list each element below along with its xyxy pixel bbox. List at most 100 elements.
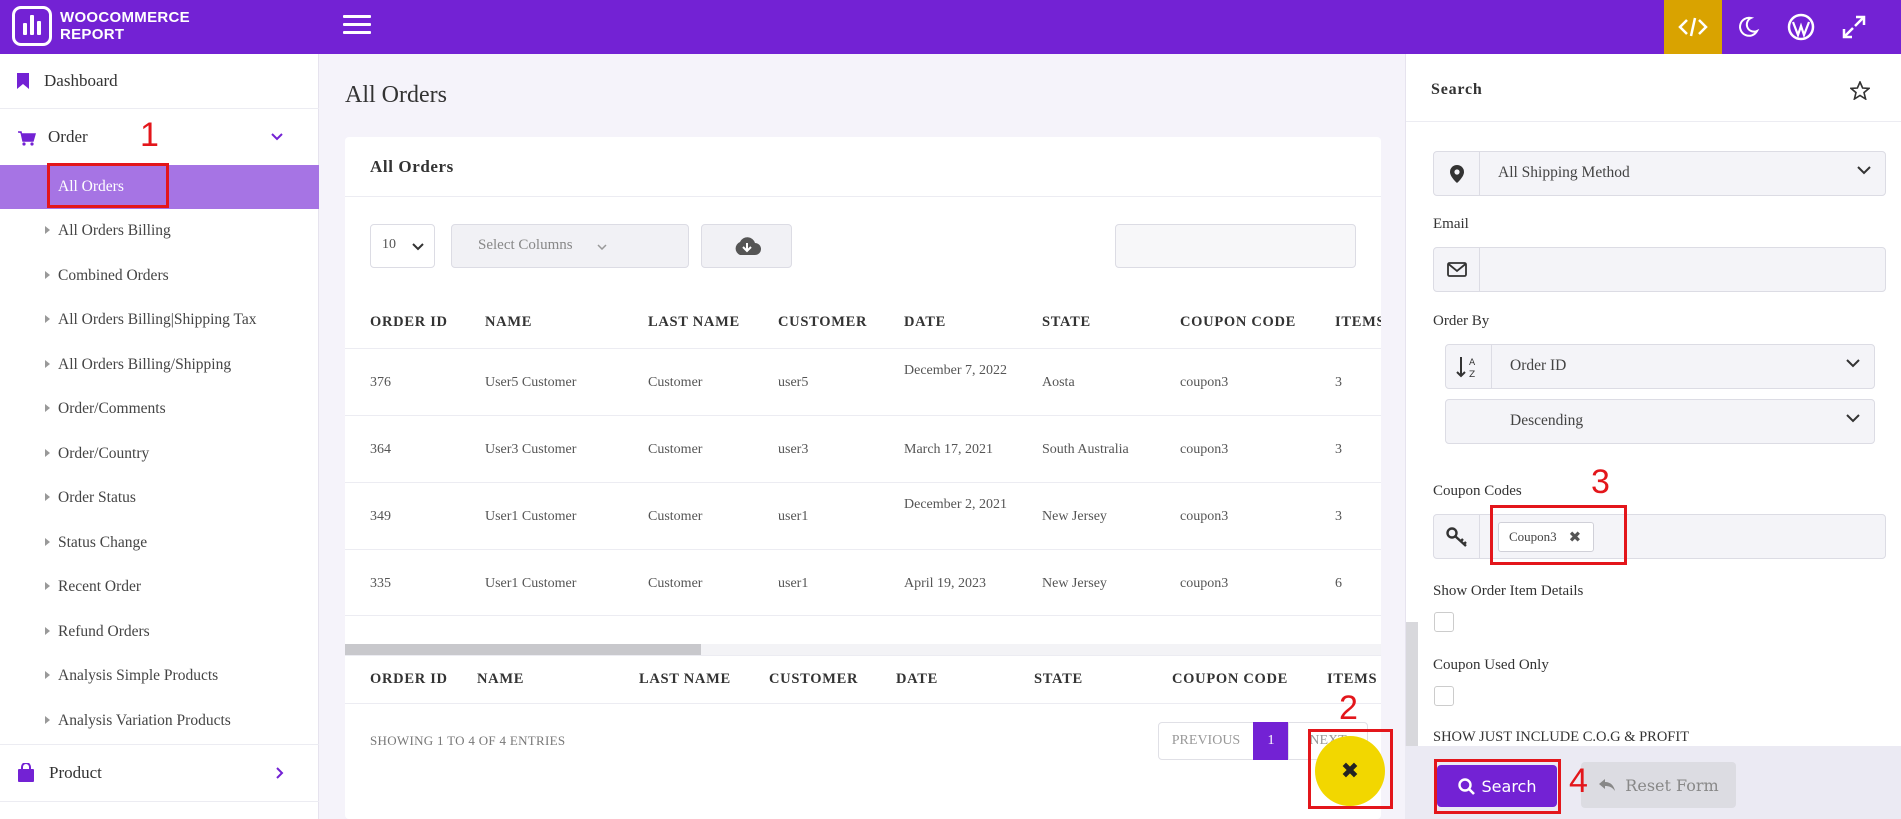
- show-item-details-label: Show Order Item Details: [1433, 583, 1584, 599]
- cloud-download-icon: [735, 237, 761, 255]
- cell-order-id: 335: [370, 576, 391, 591]
- order-by-select[interactable]: AZ Order ID: [1445, 344, 1875, 389]
- card-header: All Orders: [345, 137, 1381, 197]
- highlight-box-close-button: [1308, 729, 1393, 809]
- svg-text:A: A: [1469, 358, 1476, 368]
- column-header-coupon-code[interactable]: COUPON CODE: [1180, 314, 1296, 331]
- footer-header-coupon-code: COUPON CODE: [1172, 671, 1289, 687]
- footer-header-order-id: ORDER ID: [370, 671, 448, 687]
- order-direction-select[interactable]: Descending: [1445, 399, 1875, 444]
- sidebar-product-label: Product: [49, 763, 102, 782]
- highlight-box-all-orders: [47, 163, 169, 208]
- annotation-number-1: 1: [140, 116, 159, 154]
- sidebar-item-order-country[interactable]: Order/Country: [0, 432, 319, 476]
- cell-customer: user1: [778, 576, 809, 591]
- cell-state: New Jersey: [1042, 576, 1107, 591]
- sidebar-item-all-orders-billing[interactable]: All Orders Billing: [0, 209, 319, 253]
- sidebar-item-label: Analysis Variation Products: [58, 712, 231, 729]
- column-header-items[interactable]: ITEMS: [1335, 314, 1381, 331]
- wordpress-button[interactable]: [1784, 10, 1818, 44]
- column-header-date[interactable]: DATE: [904, 314, 946, 331]
- shipping-method-value: All Shipping Method: [1498, 164, 1630, 181]
- chevron-down-icon: [1846, 414, 1860, 423]
- sidebar-item-label: All Orders Billing|Shipping Tax: [58, 311, 257, 328]
- key-icon: [1434, 515, 1480, 558]
- sidebar-item-label: Order Status: [58, 489, 136, 506]
- column-header-state[interactable]: STATE: [1042, 314, 1091, 331]
- dark-mode-button[interactable]: [1731, 10, 1765, 44]
- sidebar-item-billing-shipping[interactable]: All Orders Billing/Shipping: [0, 343, 319, 387]
- annotation-number-4: 4: [1569, 762, 1588, 800]
- order-by-value: Order ID: [1510, 357, 1567, 374]
- entries-info: SHOWING 1 TO 4 OF 4 ENTRIES: [370, 733, 566, 748]
- table-horizontal-scrollbar[interactable]: [345, 644, 1381, 655]
- pagination-page-1[interactable]: 1: [1253, 722, 1289, 760]
- sidebar-item-combined-orders[interactable]: Combined Orders: [0, 254, 319, 298]
- column-header-order-id[interactable]: ORDER ID: [370, 314, 448, 331]
- sidebar-item-label: All Orders Billing: [58, 222, 171, 239]
- sidebar-item-product[interactable]: Product: [0, 745, 319, 801]
- star-icon[interactable]: [1850, 81, 1870, 100]
- email-label: Email: [1433, 216, 1469, 232]
- footer-header-items: ITEMS: [1327, 671, 1378, 687]
- sidebar-item-billing-shipping-tax[interactable]: All Orders Billing|Shipping Tax: [0, 298, 319, 342]
- column-header-name[interactable]: NAME: [485, 314, 532, 331]
- sidebar-item-recent-order[interactable]: Recent Order: [0, 565, 319, 609]
- sidebar-item-label: Analysis Simple Products: [58, 667, 219, 684]
- cell-coupon: coupon3: [1180, 509, 1229, 524]
- table-row: 364 User3 Customer Customer user3 March …: [345, 415, 1381, 482]
- coupon-used-only-checkbox[interactable]: [1434, 686, 1454, 706]
- cell-customer: user3: [778, 442, 809, 457]
- app-name: WOOCOMMERCE REPORT: [60, 9, 190, 43]
- pagination-previous[interactable]: PREVIOUS: [1158, 722, 1254, 760]
- download-button[interactable]: [701, 224, 792, 268]
- sidebar-item-order[interactable]: Order: [0, 109, 319, 165]
- sidebar-item-status-change[interactable]: Status Change: [0, 521, 319, 565]
- chevron-down-icon: [271, 133, 283, 141]
- show-item-details-checkbox[interactable]: [1434, 612, 1454, 632]
- chevron-down-icon: [597, 244, 607, 250]
- reply-arrow-icon: [1599, 779, 1616, 791]
- app-logo[interactable]: WOOCOMMERCE REPORT: [12, 6, 190, 46]
- scrollbar-thumb[interactable]: [345, 644, 701, 655]
- shipping-method-select[interactable]: All Shipping Method: [1433, 151, 1886, 196]
- footer-header-date: DATE: [896, 671, 939, 687]
- sidebar-item-label: Recent Order: [58, 578, 142, 595]
- cog-profit-label: SHOW JUST INCLUDE C.O.G & PROFIT: [1433, 729, 1690, 745]
- column-header-customer[interactable]: CUSTOMER: [778, 314, 867, 331]
- footer-header-name: NAME: [477, 671, 525, 687]
- cell-order-id: 376: [370, 375, 391, 390]
- annotation-number-2: 2: [1339, 689, 1358, 727]
- cell-items: 3: [1335, 375, 1342, 390]
- code-button[interactable]: [1664, 0, 1722, 54]
- cell-date: December 7, 2022: [904, 363, 1008, 378]
- page-title: All Orders: [345, 82, 447, 108]
- sidebar-item-analysis-variation[interactable]: Analysis Variation Products: [0, 699, 319, 743]
- cell-last-name: Customer: [648, 375, 703, 390]
- orders-card: All Orders 10 Select Columns ORDER ID NA…: [345, 137, 1381, 819]
- table-search-input[interactable]: [1115, 224, 1356, 268]
- sidebar-item-order-status[interactable]: Order Status: [0, 476, 319, 520]
- cell-last-name: Customer: [648, 576, 703, 591]
- chevron-down-icon: [1857, 166, 1871, 175]
- sidebar-item-analysis-simple[interactable]: Analysis Simple Products: [0, 654, 319, 698]
- select-columns-dropdown[interactable]: Select Columns: [451, 224, 689, 268]
- select-columns-placeholder: Select Columns: [478, 237, 573, 253]
- sidebar-item-dashboard[interactable]: Dashboard: [0, 54, 319, 108]
- column-header-last-name[interactable]: LAST NAME: [648, 314, 740, 331]
- page-length-select[interactable]: 10: [370, 224, 435, 268]
- sidebar-item-label: Order/Comments: [58, 400, 166, 417]
- sidebar-item-order-comments[interactable]: Order/Comments: [0, 387, 319, 431]
- email-field[interactable]: [1433, 247, 1886, 292]
- bookmark-icon: [17, 73, 29, 89]
- card-title: All Orders: [370, 157, 454, 176]
- fullscreen-button[interactable]: [1837, 10, 1871, 44]
- reset-form-button[interactable]: Reset Form: [1581, 762, 1736, 808]
- coupon-codes-label: Coupon Codes: [1433, 483, 1522, 499]
- cell-customer: user1: [778, 509, 809, 524]
- menu-toggle-icon[interactable]: [343, 15, 371, 37]
- sidebar-item-refund-orders[interactable]: Refund Orders: [0, 610, 319, 654]
- footer-header-state: STATE: [1034, 671, 1083, 687]
- cell-date: December 2, 2021: [904, 497, 1008, 512]
- sidebar-item-label: Refund Orders: [58, 623, 150, 640]
